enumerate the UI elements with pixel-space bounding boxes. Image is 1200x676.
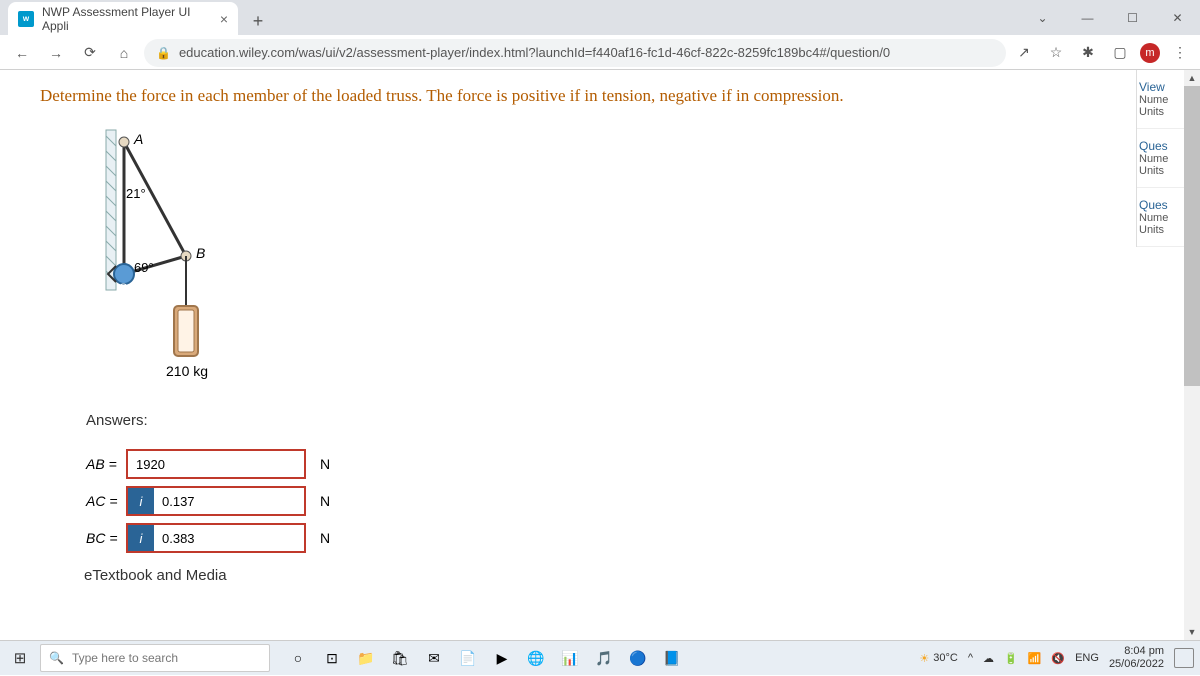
answer-row-bc: BC = i N <box>86 523 1160 553</box>
youtube-icon[interactable]: ▶ <box>486 642 518 674</box>
scroll-thumb[interactable] <box>1184 86 1200 386</box>
answers-section: Answers: AB = N AC = i N BC = i <box>86 412 1160 553</box>
point-c-label: C <box>118 281 127 295</box>
cortana-icon[interactable]: ○ <box>282 642 314 674</box>
explorer-icon[interactable]: 📁 <box>350 642 382 674</box>
browser-tab[interactable]: w NWP Assessment Player UI Appli × <box>8 2 238 35</box>
notifications-icon[interactable] <box>1174 648 1194 668</box>
info-icon[interactable]: i <box>128 488 154 514</box>
question-text: Determine the force in each member of th… <box>40 86 1160 106</box>
answer-unit: N <box>320 493 330 509</box>
answer-row-ac: AC = i N <box>86 486 1160 516</box>
battery-icon[interactable]: 🔋 <box>1004 652 1018 665</box>
answer-input-wrap: i <box>126 523 306 553</box>
chevron-down-icon[interactable]: ⌄ <box>1020 0 1065 35</box>
url-input[interactable]: 🔒 education.wiley.com/was/ui/v2/assessme… <box>144 39 1006 67</box>
taskbar-search[interactable]: 🔍 Type here to search <box>40 644 270 672</box>
weather-widget[interactable]: ☀ 30°C <box>919 652 957 665</box>
search-placeholder: Type here to search <box>72 651 178 665</box>
office-icon[interactable]: 📄 <box>452 642 484 674</box>
browser-chrome: w NWP Assessment Player UI Appli × + ⌄ —… <box>0 0 1200 70</box>
word-icon[interactable]: 📘 <box>656 642 688 674</box>
answer-row-ab: AB = N <box>86 449 1160 479</box>
load-label: 210 kg <box>166 363 208 379</box>
search-icon: 🔍 <box>49 651 64 665</box>
task-view-icon[interactable]: ⊡ <box>316 642 348 674</box>
tab-title: NWP Assessment Player UI Appli <box>42 5 220 33</box>
answers-heading: Answers: <box>86 412 1160 429</box>
share-icon[interactable]: ↗ <box>1012 41 1036 65</box>
toolbar-right: ↗ ☆ ✱ ▢ m ⋮ <box>1012 41 1192 65</box>
forward-button[interactable]: → <box>42 39 70 67</box>
minimize-icon[interactable]: — <box>1065 0 1110 35</box>
scroll-up-icon[interactable]: ▲ <box>1184 70 1200 86</box>
tab-bar: w NWP Assessment Player UI Appli × + ⌄ —… <box>0 0 1200 35</box>
new-tab-button[interactable]: + <box>244 7 272 35</box>
answer-unit: N <box>320 530 330 546</box>
panel-item[interactable]: View Nume Units <box>1137 70 1184 129</box>
tab-close-icon[interactable]: × <box>220 11 228 27</box>
answer-input-ac[interactable] <box>154 488 304 514</box>
panel-item[interactable]: Ques Nume Units <box>1137 129 1184 188</box>
answer-input-wrap <box>126 449 306 479</box>
point-a-label: A <box>133 131 143 147</box>
menu-icon[interactable]: ⋮ <box>1168 41 1192 65</box>
address-bar: ← → ⟳ ⌂ 🔒 education.wiley.com/was/ui/v2/… <box>0 35 1200 70</box>
answer-input-ab[interactable] <box>128 451 304 477</box>
panel-item[interactable]: Ques Nume Units <box>1137 188 1184 247</box>
answer-label: AC = <box>86 493 126 509</box>
tab-favicon-icon: w <box>18 11 34 27</box>
taskbar-apps: ○ ⊡ 📁 🛍 ✉ 📄 ▶ 🌐 📊 🎵 🔵 📘 <box>282 642 688 674</box>
taskbar-right: ☀ 30°C ^ ☁ 🔋 📶 🔇 ENG 8:04 pm 25/06/2022 <box>919 645 1200 671</box>
edge-icon[interactable]: 🌐 <box>520 642 552 674</box>
angle-69: 69° <box>134 260 154 275</box>
volume-icon[interactable]: 🔇 <box>1051 652 1065 665</box>
answer-input-wrap: i <box>126 486 306 516</box>
etextbook-link[interactable]: eTextbook and Media <box>84 567 1160 584</box>
chevron-up-icon[interactable]: ^ <box>968 652 973 664</box>
language-indicator[interactable]: ENG <box>1075 652 1099 664</box>
bookmark-icon[interactable]: ☆ <box>1044 41 1068 65</box>
wifi-icon[interactable]: 📶 <box>1028 652 1042 665</box>
taskbar: ⊞ 🔍 Type here to search ○ ⊡ 📁 🛍 ✉ 📄 ▶ 🌐 … <box>0 640 1200 675</box>
reload-button[interactable]: ⟳ <box>76 39 104 67</box>
info-icon[interactable]: i <box>128 525 154 551</box>
angle-21: 21° <box>126 186 146 201</box>
point-b-label: B <box>196 245 205 261</box>
reading-list-icon[interactable]: ▢ <box>1108 41 1132 65</box>
answer-label: BC = <box>86 530 126 546</box>
spotify-icon[interactable]: 🎵 <box>588 642 620 674</box>
scrollbar[interactable]: ▲ ▼ <box>1184 70 1200 640</box>
start-button[interactable]: ⊞ <box>0 641 40 676</box>
mail-icon[interactable]: ✉ <box>418 642 450 674</box>
onedrive-icon[interactable]: ☁ <box>983 652 994 665</box>
excel-icon[interactable]: 📊 <box>554 642 586 674</box>
truss-diagram: A B C 21° 69° 210 kg <box>86 126 266 406</box>
back-button[interactable]: ← <box>8 39 36 67</box>
answer-unit: N <box>320 456 330 472</box>
right-panel: View Nume Units Ques Nume Units Ques Num… <box>1136 70 1184 247</box>
extensions-icon[interactable]: ✱ <box>1076 41 1100 65</box>
chrome-icon[interactable]: 🔵 <box>622 642 654 674</box>
answer-label: AB = <box>86 456 126 472</box>
home-button[interactable]: ⌂ <box>110 39 138 67</box>
lock-icon: 🔒 <box>156 46 171 60</box>
close-icon[interactable]: ✕ <box>1155 0 1200 35</box>
scroll-down-icon[interactable]: ▼ <box>1184 624 1200 640</box>
maximize-icon[interactable]: ☐ <box>1110 0 1155 35</box>
window-controls: ⌄ — ☐ ✕ <box>1020 0 1200 35</box>
url-text: education.wiley.com/was/ui/v2/assessment… <box>179 45 890 60</box>
store-icon[interactable]: 🛍 <box>384 642 416 674</box>
profile-avatar[interactable]: m <box>1140 43 1160 63</box>
answer-input-bc[interactable] <box>154 525 304 551</box>
clock[interactable]: 8:04 pm 25/06/2022 <box>1109 645 1164 671</box>
sun-icon: ☀ <box>919 652 929 665</box>
page-content: Determine the force in each member of th… <box>0 70 1200 640</box>
